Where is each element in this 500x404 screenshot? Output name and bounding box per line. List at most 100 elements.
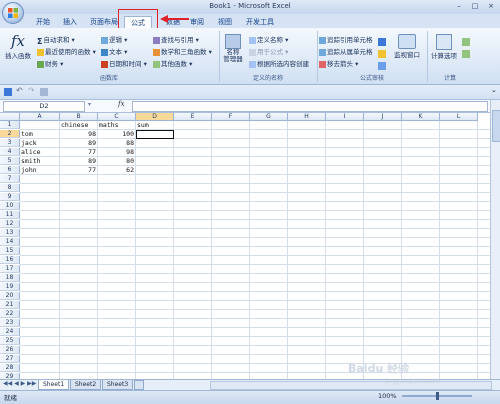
row-header-20[interactable]: 20: [0, 292, 20, 300]
tab-review[interactable]: 审阅: [190, 16, 204, 28]
cell-a3[interactable]: jack: [21, 139, 58, 147]
cell-b6[interactable]: 77: [61, 166, 96, 174]
cell-a2[interactable]: tom: [21, 130, 58, 138]
create-from-selection-button[interactable]: 根据所选内容创建: [249, 58, 309, 68]
formula-input[interactable]: [132, 101, 488, 112]
row-header-6[interactable]: 6: [0, 166, 20, 174]
column-header-f[interactable]: F: [212, 113, 250, 121]
column-header-h[interactable]: H: [288, 113, 326, 121]
remove-arrows-button[interactable]: 移去箭头 ▾: [319, 58, 358, 68]
print-preview-icon[interactable]: [40, 88, 48, 96]
row-header-7[interactable]: 7: [0, 175, 20, 183]
recent-functions-button[interactable]: 最近使用的函数 ▾: [37, 46, 96, 56]
cell-b2[interactable]: 98: [61, 130, 96, 138]
more-functions-button[interactable]: 其他函数 ▾: [153, 58, 192, 68]
math-trig-button[interactable]: 数学和三角函数 ▾: [153, 46, 212, 56]
close-button[interactable]: ×: [484, 1, 498, 12]
insert-sheet-icon[interactable]: [134, 380, 144, 390]
row-header-3[interactable]: 3: [0, 139, 20, 147]
vertical-scrollbar[interactable]: [490, 100, 500, 379]
row-header-27[interactable]: 27: [0, 355, 20, 363]
name-box[interactable]: D2: [3, 101, 85, 112]
scroll-thumb[interactable]: [492, 110, 500, 142]
horizontal-scrollbar[interactable]: [210, 381, 492, 390]
row-header-23[interactable]: 23: [0, 319, 20, 327]
show-formulas-icon[interactable]: [378, 38, 386, 46]
row-header-18[interactable]: 18: [0, 274, 20, 282]
error-checking-icon[interactable]: [378, 50, 386, 58]
row-header-28[interactable]: 28: [0, 364, 20, 372]
tab-home[interactable]: 开始: [36, 16, 50, 28]
column-header-e[interactable]: E: [174, 113, 212, 121]
worksheet-grid[interactable]: A B C D E F G H I J K L 1 2 3 4 5 6 7 8 9 10 11 12 13 14 15 16 17 18 1…: [0, 113, 490, 379]
cell-a5[interactable]: smith: [21, 157, 58, 165]
sheet-tab-3[interactable]: Sheet3: [102, 380, 134, 390]
cell-b5[interactable]: 89: [61, 157, 96, 165]
trace-dependents-button[interactable]: 追踪从属单元格: [319, 46, 373, 56]
evaluate-formula-icon[interactable]: [378, 62, 386, 70]
define-name-button[interactable]: 定义名称 ▾: [249, 34, 288, 44]
text-button[interactable]: 文本 ▾: [101, 46, 127, 56]
trace-precedents-button[interactable]: 追踪引用单元格: [319, 34, 373, 44]
insert-function-button[interactable]: fx 插入函数: [4, 32, 32, 60]
cell-c6[interactable]: 62: [99, 166, 134, 174]
calculate-sheet-icon[interactable]: [462, 50, 470, 58]
cell-c1[interactable]: maths: [99, 121, 134, 129]
row-header-5[interactable]: 5: [0, 157, 20, 165]
column-header-c[interactable]: C: [98, 113, 136, 121]
autosum-button[interactable]: Σ自动求和 ▾: [37, 34, 75, 46]
use-in-formula-button[interactable]: 用于公式 ▾: [249, 46, 288, 56]
column-header-g[interactable]: G: [250, 113, 288, 121]
tab-page-layout[interactable]: 页面布局: [90, 16, 118, 28]
cell-a6[interactable]: john: [21, 166, 58, 174]
column-header-j[interactable]: J: [364, 113, 402, 121]
zoom-slider-thumb[interactable]: [436, 392, 439, 400]
row-header-21[interactable]: 21: [0, 301, 20, 309]
watch-window-button[interactable]: 监视窗口: [393, 34, 421, 59]
undo-icon[interactable]: ↶: [16, 86, 23, 95]
row-header-17[interactable]: 17: [0, 265, 20, 273]
sheet-tab-1[interactable]: Sheet1: [38, 380, 70, 390]
row-header-12[interactable]: 12: [0, 220, 20, 228]
row-header-26[interactable]: 26: [0, 346, 20, 354]
cell-c4[interactable]: 98: [99, 148, 134, 156]
column-header-a[interactable]: A: [20, 113, 60, 121]
zoom-level[interactable]: 100%: [378, 392, 397, 400]
tab-insert[interactable]: 插入: [63, 16, 77, 28]
row-header-25[interactable]: 25: [0, 337, 20, 345]
row-header-15[interactable]: 15: [0, 247, 20, 255]
cell-c2[interactable]: 100: [99, 130, 134, 138]
maximize-button[interactable]: □: [468, 1, 482, 12]
cell-d1[interactable]: sum: [137, 121, 172, 129]
column-header-b[interactable]: B: [60, 113, 98, 121]
minimize-button[interactable]: –: [452, 1, 466, 12]
redo-icon[interactable]: ↷: [28, 86, 35, 95]
column-header-l[interactable]: L: [440, 113, 478, 121]
ribbon-expand-icon[interactable]: ⌄: [491, 86, 497, 94]
cell-a4[interactable]: alice: [21, 148, 58, 156]
row-header-2[interactable]: 2: [0, 130, 20, 138]
row-header-10[interactable]: 10: [0, 202, 20, 210]
logical-button[interactable]: 逻辑 ▾: [101, 34, 127, 44]
select-all-corner[interactable]: [0, 113, 20, 121]
cell-b4[interactable]: 77: [61, 148, 96, 156]
column-header-d[interactable]: D: [136, 113, 174, 121]
calculate-now-icon[interactable]: [462, 38, 470, 46]
active-cell-d2[interactable]: [136, 130, 174, 139]
calc-options-button[interactable]: 计算选项: [429, 34, 459, 60]
row-header-19[interactable]: 19: [0, 283, 20, 291]
tab-developer[interactable]: 开发工具: [246, 16, 274, 28]
office-button[interactable]: [2, 2, 24, 24]
insert-function-fx[interactable]: fx: [118, 100, 125, 108]
row-header-11[interactable]: 11: [0, 211, 20, 219]
row-header-4[interactable]: 4: [0, 148, 20, 156]
tab-view[interactable]: 视图: [218, 16, 232, 28]
cell-c5[interactable]: 80: [99, 157, 134, 165]
cell-b1[interactable]: chinese: [61, 121, 96, 129]
save-icon[interactable]: [4, 88, 12, 96]
column-header-i[interactable]: I: [326, 113, 364, 121]
sheet-tab-2[interactable]: Sheet2: [70, 380, 102, 390]
date-time-button[interactable]: 日期和时间 ▾: [101, 58, 147, 68]
column-header-k[interactable]: K: [402, 113, 440, 121]
row-header-22[interactable]: 22: [0, 310, 20, 318]
